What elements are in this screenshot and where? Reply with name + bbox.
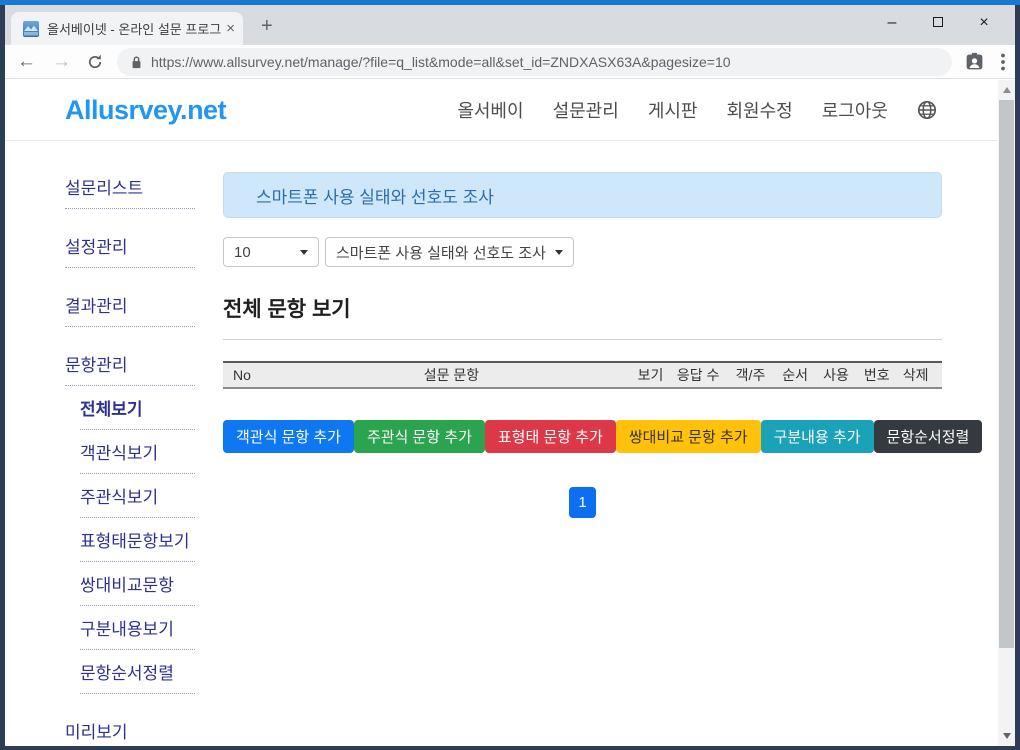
add-open-ended-button[interactable]: 주관식 문항 추가 — [354, 420, 485, 453]
add-pairwise-button[interactable]: 쌍대비교 문항 추가 — [616, 420, 761, 453]
col-question: 설문 문항 — [272, 365, 631, 385]
sidebar-item-view-all[interactable]: 전체보기 — [80, 393, 195, 430]
sidebar-item-view-sections[interactable]: 구분내용보기 — [80, 613, 195, 650]
nav-survey-manage[interactable]: 설문관리 — [553, 97, 619, 123]
sidebar-item-view-multiple-choice[interactable]: 객관식보기 — [80, 437, 195, 474]
reload-icon[interactable] — [87, 54, 103, 70]
sidebar-item-pairwise[interactable]: 쌍대비교문항 — [80, 569, 195, 606]
window-controls: – × — [869, 8, 1007, 38]
col-number: 번호 — [856, 365, 897, 385]
page-scrollbar[interactable] — [998, 80, 1015, 746]
site-header: Allusrvey.net 올서베이 설문관리 게시판 회원수정 로그아웃 — [5, 80, 1015, 141]
nav-member-edit[interactable]: 회원수정 — [727, 97, 793, 123]
scroll-up-icon[interactable] — [998, 82, 1015, 98]
browser-window: 올서베이넷 - 온라인 설문 프로그 × + – × ← → https://w… — [0, 0, 1020, 750]
maximize-icon — [933, 17, 943, 27]
lock-icon — [131, 55, 142, 69]
col-delete: 삭제 — [897, 365, 934, 385]
pagesize-value: 10 — [234, 244, 251, 261]
col-type: 객/주 — [726, 365, 775, 385]
page-content: Allusrvey.net 올서베이 설문관리 게시판 회원수정 로그아웃 — [5, 80, 1015, 746]
url-text: https://www.allsurvey.net/manage/?file=q… — [151, 54, 731, 70]
scroll-down-icon[interactable] — [998, 728, 1015, 744]
tab-close-icon[interactable]: × — [226, 20, 235, 37]
browser-toolbar: ← → https://www.allsurvey.net/manage/?fi… — [5, 45, 1015, 79]
add-multiple-choice-button[interactable]: 객관식 문항 추가 — [223, 420, 354, 453]
col-use: 사용 — [816, 365, 857, 385]
question-table-header: No 설문 문항 보기 응답 수 객/주 순서 사용 번호 삭제 — [223, 361, 942, 389]
col-order: 순서 — [775, 365, 816, 385]
survey-select-value: 스마트폰 사용 실태와 선호도 조사 — [336, 242, 546, 263]
scrollbar-thumb[interactable] — [999, 100, 1014, 648]
main-column: 스마트폰 사용 실태와 선호도 조사 10 스마트폰 사용 실태와 선호도 조사… — [223, 172, 942, 750]
sidebar-item-question-manage[interactable]: 문항관리 — [65, 349, 195, 386]
address-bar[interactable]: https://www.allsurvey.net/manage/?file=q… — [117, 48, 952, 76]
col-response-count: 응답 수 — [670, 365, 726, 385]
chevron-down-icon — [300, 250, 308, 255]
site-logo[interactable]: Allusrvey.net — [65, 95, 226, 126]
minimize-button[interactable]: – — [869, 14, 915, 32]
page-number-1[interactable]: 1 — [569, 487, 596, 518]
col-view: 보기 — [631, 365, 670, 385]
profile-badge-icon[interactable] — [964, 51, 985, 72]
col-no: No — [233, 367, 272, 383]
pagination: 1 — [223, 487, 942, 518]
browser-tab[interactable]: 올서베이넷 - 온라인 설문 프로그 × — [11, 12, 243, 45]
content-row: 설문리스트 설정관리 결과관리 문항관리 전체보기 객관식보기 주관식보기 표형… — [5, 141, 1015, 750]
main-nav: 올서베이 설문관리 게시판 회원수정 로그아웃 — [457, 97, 937, 123]
tab-strip: 올서베이넷 - 온라인 설문 프로그 × + – × — [5, 5, 1015, 45]
tab-title: 올서베이넷 - 온라인 설문 프로그 — [47, 19, 222, 38]
sidebar-item-survey-list[interactable]: 설문리스트 — [65, 172, 195, 209]
survey-select[interactable]: 스마트폰 사용 실태와 선호도 조사 — [325, 237, 574, 267]
site-favicon — [23, 21, 39, 37]
window-frame-bottom — [0, 746, 1020, 750]
chevron-down-icon — [555, 250, 563, 255]
sidebar-item-results[interactable]: 결과관리 — [65, 290, 195, 327]
page-title: 전체 문항 보기 — [223, 293, 942, 340]
sidebar-item-view-table-type[interactable]: 표형태문항보기 — [80, 525, 195, 562]
window-frame-top — [0, 0, 1020, 5]
sidebar-item-settings[interactable]: 설정관리 — [65, 231, 195, 268]
nav-board[interactable]: 게시판 — [648, 97, 698, 123]
survey-title-banner: 스마트폰 사용 실태와 선호도 조사 — [223, 172, 942, 218]
globe-icon[interactable] — [917, 100, 937, 120]
window-frame-left — [0, 5, 5, 750]
pagesize-select[interactable]: 10 — [223, 237, 319, 267]
sidebar-item-question-sort[interactable]: 문항순서정렬 — [80, 657, 195, 694]
new-tab-button[interactable]: + — [261, 13, 273, 39]
add-section-button[interactable]: 구분내용 추가 — [761, 420, 874, 453]
nav-logout[interactable]: 로그아웃 — [822, 97, 888, 123]
nav-allsurvey[interactable]: 올서베이 — [457, 97, 523, 123]
sidebar-item-preview[interactable]: 미리보기 — [65, 716, 195, 750]
maximize-button[interactable] — [915, 14, 961, 32]
back-icon[interactable]: ← — [17, 52, 36, 71]
add-table-type-button[interactable]: 표형태 문항 추가 — [485, 420, 616, 453]
sidebar: 설문리스트 설정관리 결과관리 문항관리 전체보기 객관식보기 주관식보기 표형… — [65, 172, 195, 750]
browser-menu-icon[interactable] — [1001, 53, 1005, 71]
forward-icon: → — [52, 52, 71, 71]
sidebar-item-view-open-ended[interactable]: 주관식보기 — [80, 481, 195, 518]
filter-controls: 10 스마트폰 사용 실태와 선호도 조사 — [223, 237, 942, 267]
window-frame-right — [1015, 5, 1020, 750]
close-button[interactable]: × — [961, 14, 1007, 32]
add-question-buttons: 객관식 문항 추가 주관식 문항 추가 표형태 문항 추가 쌍대비교 문항 추가… — [223, 420, 942, 453]
sort-questions-button[interactable]: 문항순서정렬 — [874, 420, 983, 453]
